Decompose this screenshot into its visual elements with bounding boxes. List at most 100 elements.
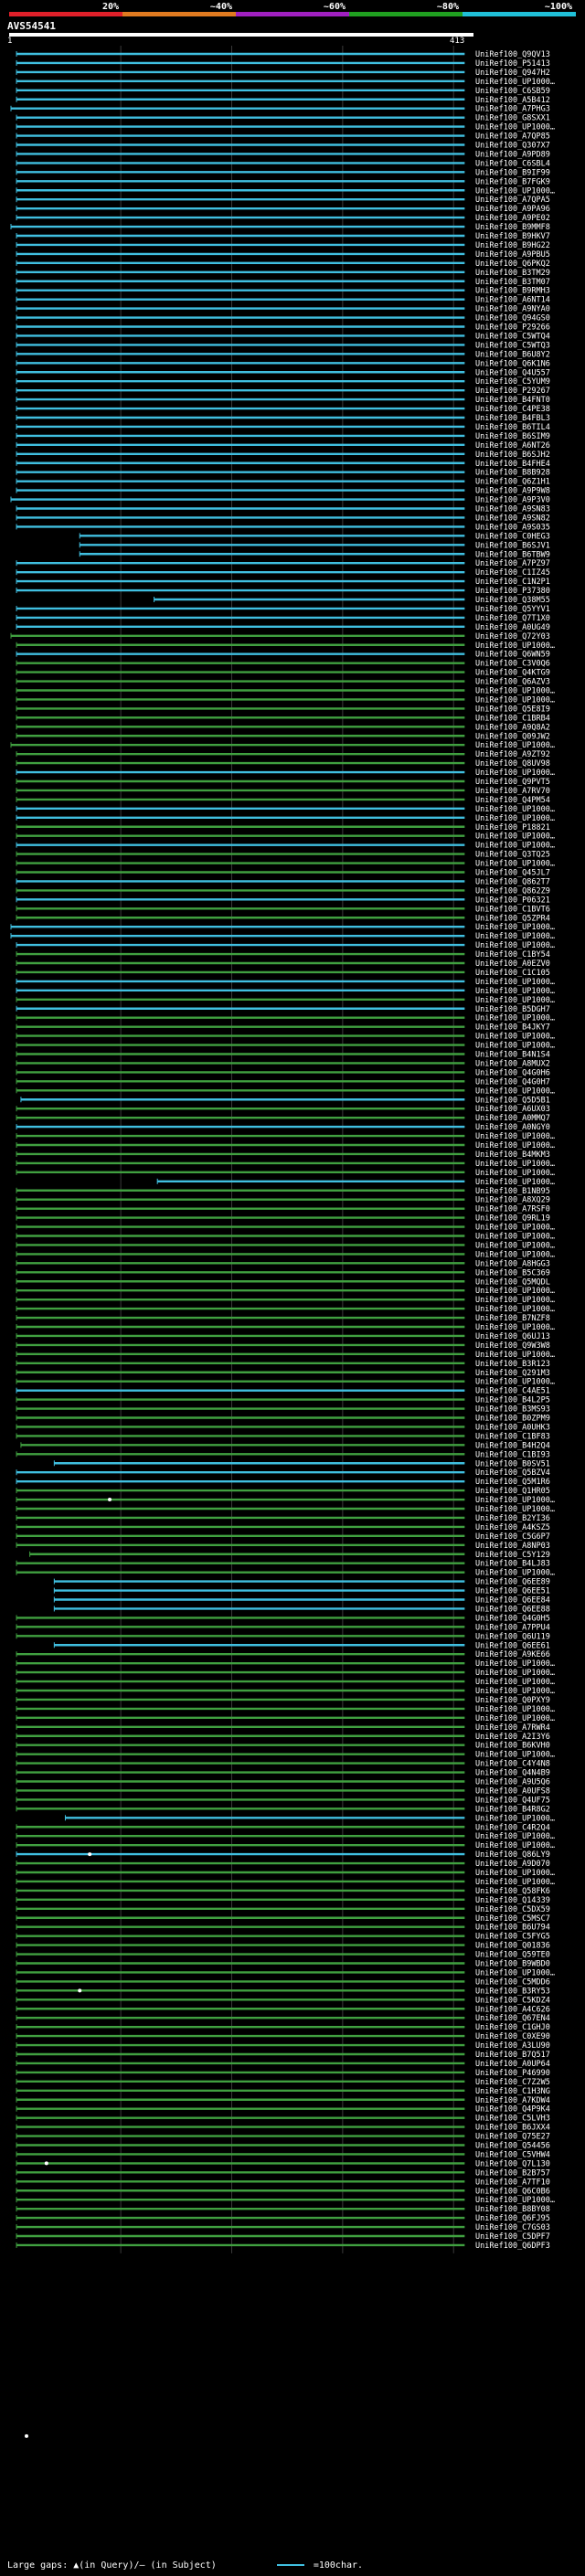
hit-label[interactable]: UniRef100_A3LU90 [475,2041,550,2051]
hit-label[interactable]: UniRef100_B1NB95 [475,1187,550,1196]
hit-label[interactable]: UniRef100_UP1000… [475,1287,555,1296]
hit-label[interactable]: UniRef100_C4AE51 [475,1387,550,1396]
hit-label[interactable]: UniRef100_Q6EE51 [475,1587,550,1596]
hit-label[interactable]: UniRef100_A9NYA0 [475,305,550,314]
hit-label[interactable]: UniRef100_UP1000… [475,923,555,932]
hit-label[interactable]: UniRef100_Q4G0H5 [475,1614,550,1623]
hit-label[interactable]: UniRef100_C7Z2W5 [475,2078,550,2087]
hit-label[interactable]: UniRef100_C5WTQ4 [475,332,550,341]
hit-label[interactable]: UniRef100_UP1000… [475,832,555,842]
hit-label[interactable]: UniRef100_UP1000… [475,1659,555,1669]
hit-label[interactable]: UniRef100_C1BVT6 [475,905,550,914]
hit-label[interactable]: UniRef100_C1N2P1 [475,578,550,587]
hit-label[interactable]: UniRef100_Q38M55 [475,596,550,605]
hit-label[interactable]: UniRef100_P46990 [475,2069,550,2078]
hit-label[interactable]: UniRef100_B3TM07 [475,278,550,287]
hit-label[interactable]: UniRef100_P29266 [475,323,550,333]
hit-label[interactable]: UniRef100_Q6EE61 [475,1641,550,1650]
hit-label[interactable]: UniRef100_UP1000… [475,1169,555,1178]
hit-label[interactable]: UniRef100_C4PE38 [475,405,550,414]
hit-label[interactable]: UniRef100_UP1000… [475,1160,555,1169]
hit-label[interactable]: UniRef100_B6U794 [475,1924,550,1933]
hit-label[interactable]: UniRef100_A0MMQ7 [475,1114,550,1123]
hit-label[interactable]: UniRef100_B4FHE4 [475,460,550,469]
hit-label[interactable]: UniRef100_UP1000… [475,78,555,87]
hit-label[interactable]: UniRef100_UP1000… [475,987,555,996]
hit-label[interactable]: UniRef100_UP1000… [475,1323,555,1332]
hit-label[interactable]: UniRef100_C5VHW4 [475,2150,550,2159]
hit-label[interactable]: UniRef100_Q307X7 [475,142,550,151]
hit-label[interactable]: UniRef100_B7NZF8 [475,1314,550,1323]
hit-label[interactable]: UniRef100_P37380 [475,587,550,596]
hit-label[interactable]: UniRef100_B4JKY7 [475,1023,550,1033]
hit-label[interactable]: UniRef100_A6NT26 [475,441,550,451]
hit-label[interactable]: UniRef100_Q5D5B1 [475,1096,550,1105]
hit-label[interactable]: UniRef100_C1BRB4 [475,714,550,723]
hit-label[interactable]: UniRef100_UP1000… [475,932,555,941]
hit-label[interactable]: UniRef100_UP1000… [475,1087,555,1096]
hit-label[interactable]: UniRef100_A9PD89 [475,150,550,159]
hit-label[interactable]: UniRef100_Q75E27 [475,2133,550,2142]
hit-label[interactable]: UniRef100_Q9W3W8 [475,1341,550,1351]
hit-label[interactable]: UniRef100_B6SIM9 [475,432,550,441]
hit-label[interactable]: UniRef100_Q5YYV1 [475,605,550,614]
hit-label[interactable]: UniRef100_B4FBL3 [475,414,550,423]
hit-label[interactable]: UniRef100_UP1000… [475,1141,555,1150]
hit-label[interactable]: UniRef100_B5DGH7 [475,1005,550,1014]
hit-label[interactable]: UniRef100_UP1000… [475,1496,555,1505]
hit-label[interactable]: UniRef100_A9Q8A2 [475,723,550,732]
hit-label[interactable]: UniRef100_A2I3Y6 [475,1733,550,1742]
hit-label[interactable]: UniRef100_B3RY53 [475,1987,550,1996]
hit-label[interactable]: UniRef100_UP1000… [475,1014,555,1023]
hit-label[interactable]: UniRef100_A7PZ97 [475,559,550,568]
hit-label[interactable]: UniRef100_C5WTQ3 [475,341,550,350]
hit-label[interactable]: UniRef100_A9PE02 [475,214,550,223]
hit-label[interactable]: UniRef100_Q862Z9 [475,886,550,896]
hit-label[interactable]: UniRef100_A7KDW4 [475,2096,550,2105]
hit-label[interactable]: UniRef100_B9RMH3 [475,287,550,296]
hit-label[interactable]: UniRef100_UP1000… [475,769,555,778]
hit-label[interactable]: UniRef100_UP1000… [475,1033,555,1042]
hit-label[interactable]: UniRef100_UP1000… [475,1505,555,1514]
hit-label[interactable]: UniRef100_A0UP64 [475,2060,550,2069]
hit-label[interactable]: UniRef100_C4R2Q4 [475,1823,550,1832]
hit-label[interactable]: UniRef100_B3MS93 [475,1405,550,1415]
hit-label[interactable]: UniRef100_Q59TE0 [475,1951,550,1960]
hit-label[interactable]: UniRef100_Q4PM54 [475,796,550,805]
hit-label[interactable]: UniRef100_C5KDZ4 [475,1996,550,2005]
hit-label[interactable]: UniRef100_A0EZV0 [475,959,550,969]
hit-label[interactable]: UniRef100_Q9RL19 [475,1214,550,1224]
hit-label[interactable]: UniRef100_Q291M3 [475,1369,550,1378]
hit-label[interactable]: UniRef100_C1BI93 [475,1450,550,1459]
hit-label[interactable]: UniRef100_B9HKV7 [475,232,550,241]
hit-label[interactable]: UniRef100_B7Q517 [475,2051,550,2060]
hit-label[interactable]: UniRef100_Q7L130 [475,2159,550,2168]
hit-label[interactable]: UniRef100_C3V0Q6 [475,660,550,669]
hit-label[interactable]: UniRef100_Q9QV13 [475,50,550,59]
hit-label[interactable]: UniRef100_Q6EE84 [475,1596,550,1606]
hit-label[interactable]: UniRef100_UP1000… [475,695,555,705]
hit-label[interactable]: UniRef100_B4FNT0 [475,396,550,405]
hit-label[interactable]: UniRef100_B6JXX4 [475,2124,550,2133]
hit-label[interactable]: UniRef100_C6SBL4 [475,159,550,168]
hit-label[interactable]: UniRef100_C5MSC7 [475,1914,550,1924]
hit-label[interactable]: UniRef100_C5Y129 [475,1551,550,1560]
hit-label[interactable]: UniRef100_B4LJ83 [475,1560,550,1569]
hit-label[interactable]: UniRef100_B5C369 [475,1268,550,1277]
hit-label[interactable]: UniRef100_B0ZPM9 [475,1415,550,1424]
hit-label[interactable]: UniRef100_B3R123 [475,1360,550,1369]
hit-label[interactable]: UniRef100_UP1000… [475,1569,555,1578]
hit-label[interactable]: UniRef100_UP1000… [475,1296,555,1305]
hit-label[interactable]: UniRef100_B6SJH2 [475,451,550,460]
hit-label[interactable]: UniRef100_Q5E8I9 [475,705,550,714]
hit-label[interactable]: UniRef100_B4R8G2 [475,1805,550,1814]
hit-label[interactable]: UniRef100_A9ZT92 [475,750,550,759]
hit-label[interactable]: UniRef100_B4L2P5 [475,1396,550,1405]
hit-label[interactable]: UniRef100_Q1HR05 [475,1487,550,1496]
hit-label[interactable]: UniRef100_C5DPF7 [475,2232,550,2242]
hit-label[interactable]: UniRef100_A9U5Q6 [475,1778,550,1787]
hit-label[interactable]: UniRef100_A5B412 [475,96,550,105]
hit-label[interactable]: UniRef100_A9PA96 [475,205,550,214]
hit-label[interactable]: UniRef100_A7RV70 [475,787,550,796]
hit-label[interactable]: UniRef100_Q6C0B6 [475,2187,550,2196]
